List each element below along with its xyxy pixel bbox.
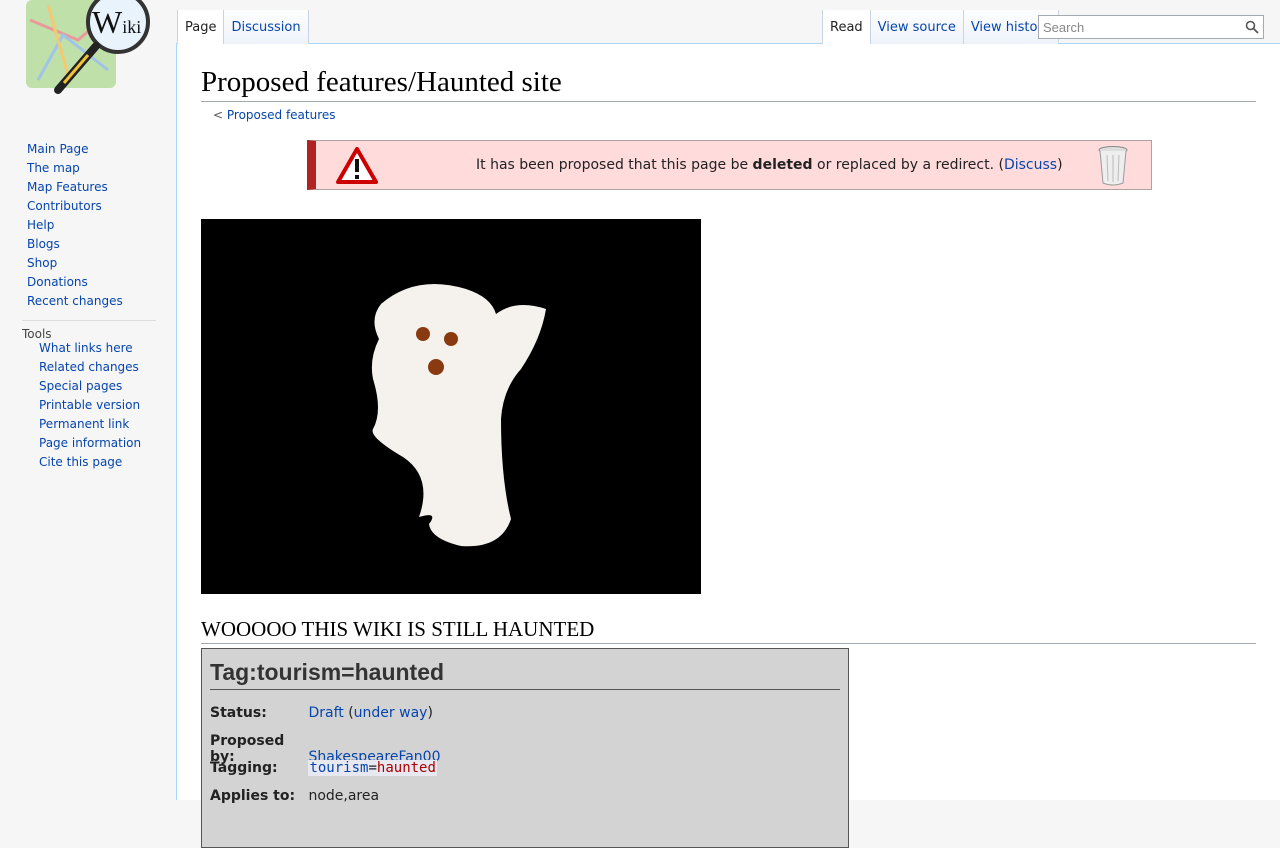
tab-read[interactable]: Read [822,10,871,44]
tagging-row: Tagging: tourism=haunted [210,760,830,776]
sidebar-item-donations[interactable]: Donations [0,273,176,292]
status-draft-link[interactable]: Draft [308,705,343,721]
sidebar-item-map-features[interactable]: Map Features [0,178,176,197]
deletion-notice: It has been proposed that this page be d… [307,140,1152,190]
section-heading: WOOOOO THIS WIKI IS STILL HAUNTED [201,616,1256,644]
applies-to-label: Applies to: [210,788,296,804]
content-area: Proposed features/Haunted site < Propose… [176,43,1280,848]
tools-item-cite-this-page[interactable]: Cite this page [0,453,176,472]
tab-page[interactable]: Page [177,10,225,44]
tools-item-related-changes[interactable]: Related changes [0,358,176,377]
search-icon[interactable] [1245,20,1259,34]
sidebar: Main Page The map Map Features Contribut… [0,140,176,472]
search-input[interactable] [1039,16,1239,38]
page-title: Proposed features/Haunted site [201,64,1256,102]
sidebar-navigation: Main Page The map Map Features Contribut… [0,140,176,311]
tools-item-permanent-link[interactable]: Permanent link [0,415,176,434]
discuss-link[interactable]: Discuss [1004,157,1057,173]
warning-icon [336,147,378,184]
wiki-logo[interactable]: Wiki [0,0,176,120]
tag-key-link[interactable]: tourism [309,760,368,776]
tab-view-source[interactable]: View source [870,10,964,44]
breadcrumb-link-proposed-features[interactable]: Proposed features [227,108,336,122]
sidebar-item-contributors[interactable]: Contributors [0,197,176,216]
tab-discussion[interactable]: Discussion [224,10,309,44]
sidebar-tools: What links here Related changes Special … [0,339,176,472]
sidebar-item-blogs[interactable]: Blogs [0,235,176,254]
deletion-notice-text: It has been proposed that this page be d… [476,157,1063,173]
applies-to-value: node,area [308,788,380,804]
status-row: Status: Draft (under way) [210,705,433,721]
sidebar-item-main-page[interactable]: Main Page [0,140,176,159]
breadcrumb: < Proposed features [213,108,336,122]
status-label: Status: [210,705,267,721]
sidebar-item-shop[interactable]: Shop [0,254,176,273]
tools-item-special-pages[interactable]: Special pages [0,377,176,396]
namespace-tabs: Page Discussion [177,10,309,44]
ghost-illustration [201,219,701,594]
infobox-title: Tag:tourism=haunted [210,659,840,690]
search-box [1038,15,1264,39]
tools-item-printable-version[interactable]: Printable version [0,396,176,415]
tools-item-page-information[interactable]: Page information [0,434,176,453]
logo-text: Wiki [92,4,142,40]
tagging-label: Tagging: [210,760,278,776]
tag-value-link[interactable]: haunted [377,760,436,776]
applies-to-row: Applies to: node,area [210,788,830,804]
ghost-image[interactable] [201,219,701,594]
trash-icon [1098,146,1128,186]
view-tabs: Read View source View history [822,10,1059,44]
sidebar-item-the-map[interactable]: The map [0,159,176,178]
feature-infobox: Tag:tourism=haunted Status: Draft (under… [201,648,849,848]
sidebar-item-recent-changes[interactable]: Recent changes [0,292,176,311]
status-under-way-link[interactable]: under way [354,705,428,721]
tag-code: tourism=haunted [308,760,437,776]
tools-heading: Tools [22,320,156,341]
sidebar-item-help[interactable]: Help [0,216,176,235]
